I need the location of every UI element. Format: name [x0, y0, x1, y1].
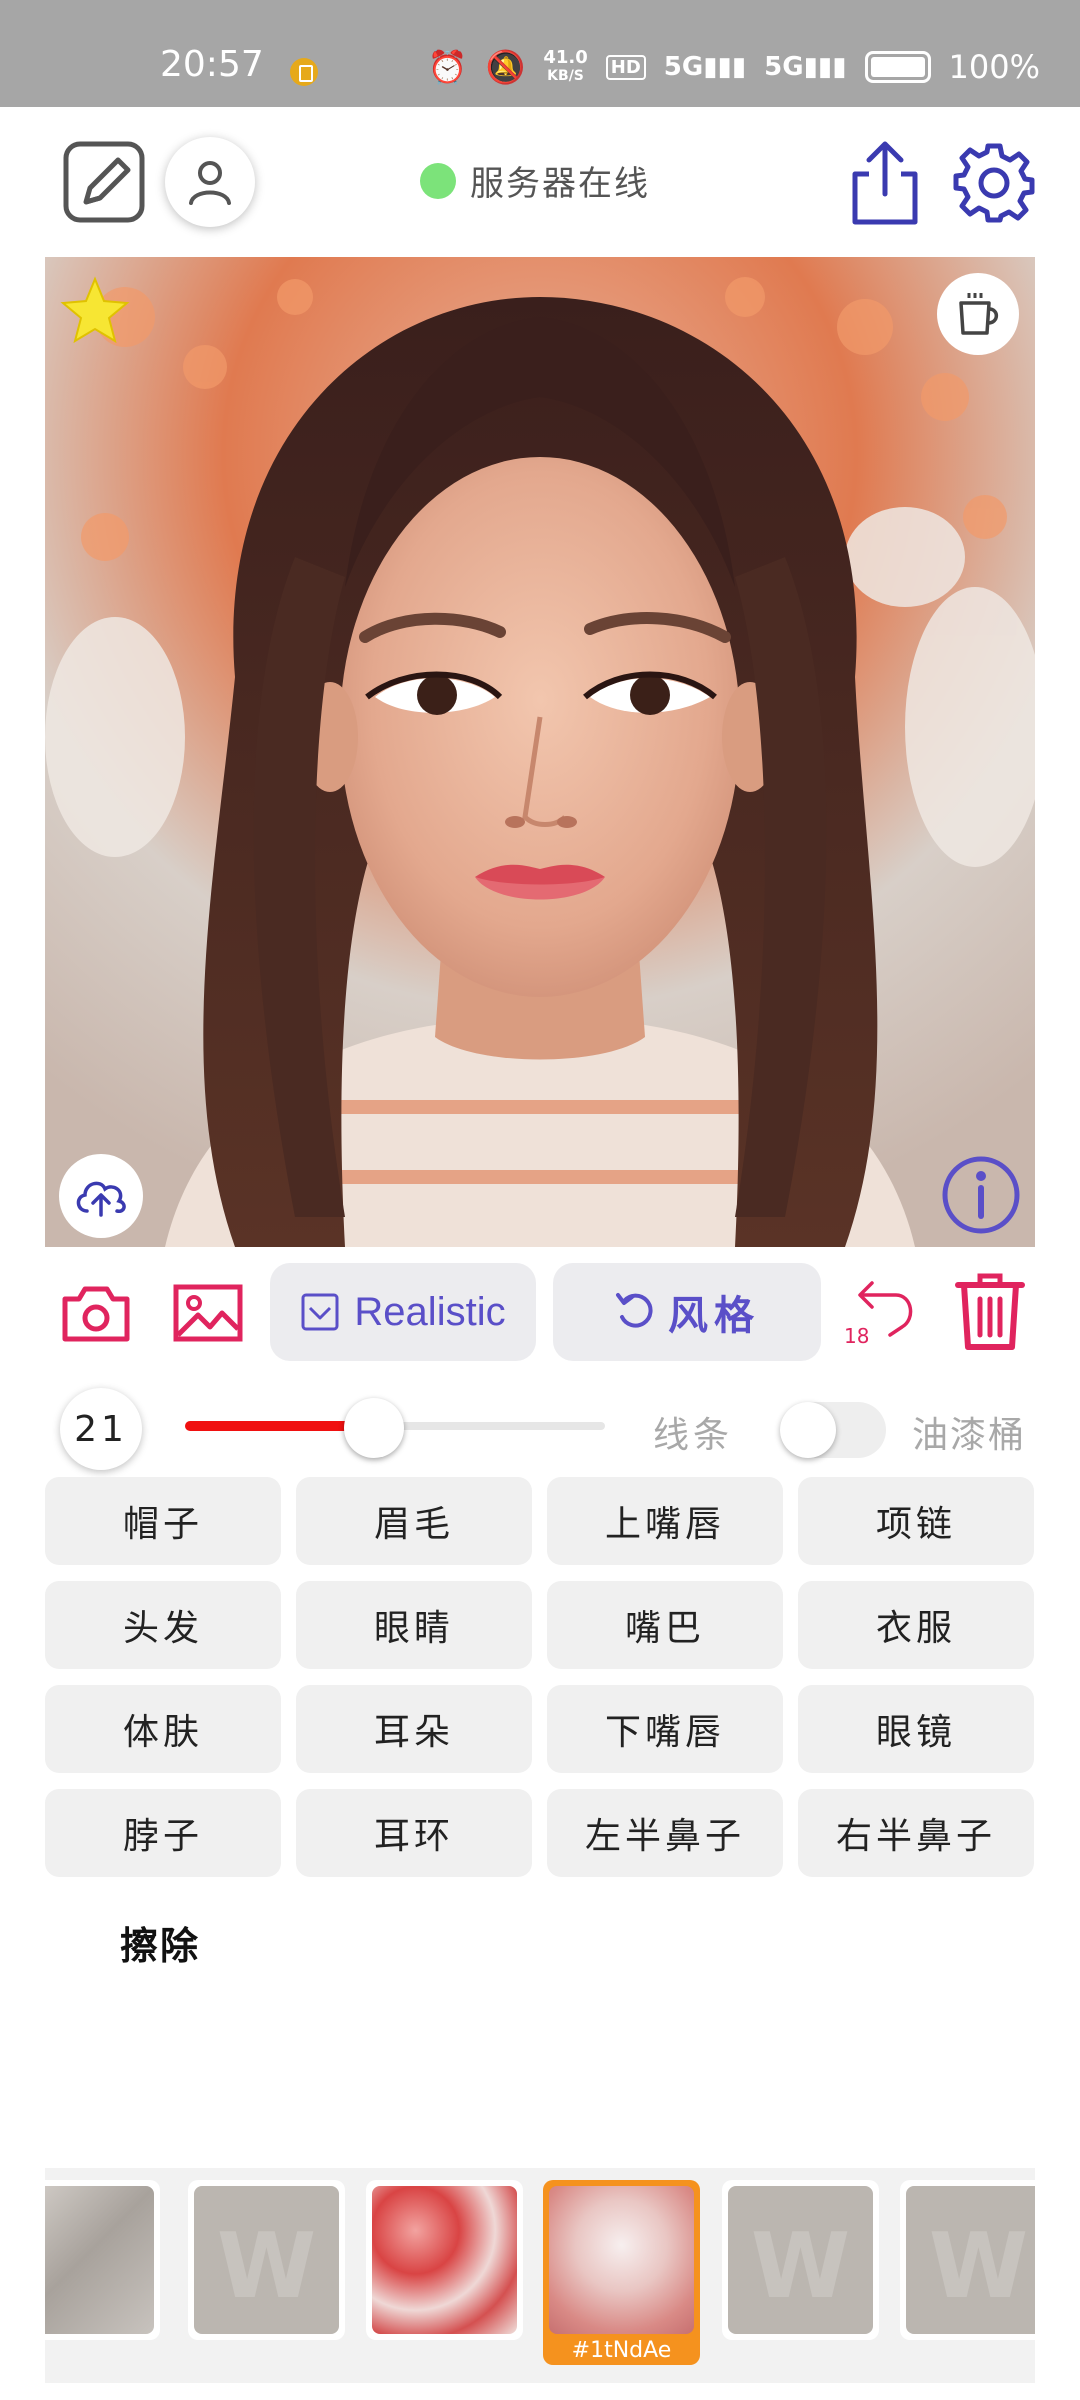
line-mode-label: 线条 [653, 1415, 734, 1456]
brush-size-value: 21 [60, 1388, 142, 1470]
camera-button[interactable] [58, 1278, 134, 1348]
info-icon [942, 1156, 1020, 1234]
watermark-icon: W [750, 2214, 851, 2319]
user-icon [189, 161, 231, 205]
battery-icon [864, 51, 931, 83]
camera-icon [62, 1286, 130, 1342]
undo-count: 18 [844, 1324, 870, 1348]
cloud-upload-icon [76, 1181, 126, 1217]
status-bar: 20:57 ⏰ 🔕 41.0 KB/S HD 5G▮▮▮ 5G▮▮▮ 100% [0, 0, 1080, 107]
battery-level: 100% [948, 48, 1040, 86]
mode-button[interactable]: Realistic [270, 1263, 536, 1361]
notification-icon [290, 58, 318, 86]
star-icon [60, 276, 130, 344]
style-thumbnail[interactable]: W [900, 2180, 1035, 2340]
part-button-right-nose[interactable]: 右半鼻子 [798, 1789, 1034, 1877]
refresh-icon [616, 1293, 653, 1328]
selected-style-label: #1tNdAe [571, 2338, 672, 2363]
hd-icon: HD [605, 54, 646, 80]
coffee-icon [959, 293, 999, 335]
gear-icon [953, 143, 1035, 223]
style-thumbnail[interactable] [366, 2180, 523, 2340]
erase-button[interactable]: 擦除 [120, 1915, 200, 1970]
share-button[interactable] [845, 138, 925, 228]
favorite-button[interactable] [59, 275, 131, 347]
portrait-canvas[interactable] [45, 257, 1035, 1247]
info-button[interactable] [940, 1154, 1022, 1236]
portrait-image [45, 257, 1035, 1247]
style-thumbnail[interactable] [45, 2180, 160, 2340]
part-button-skin[interactable]: 体肤 [45, 1685, 281, 1773]
brush-controls: 21 线条 油漆桶 [45, 1378, 1035, 1478]
clock: 20:57 [160, 44, 264, 85]
watermark-icon: W [928, 2214, 1029, 2319]
style-thumbnail-selected[interactable]: #1tNdAe [543, 2180, 700, 2365]
network-speed: 41.0 KB/S [543, 47, 588, 85]
mode-label: Realistic [354, 1289, 506, 1334]
server-status-dot [420, 162, 456, 199]
face-part-grid: 帽子 眉毛 上嘴唇 项链 头发 眼睛 嘴巴 衣服 体肤 耳朵 下嘴唇 眼镜 脖子… [45, 1477, 1035, 1877]
part-button-neck[interactable]: 脖子 [45, 1789, 281, 1877]
watermark-icon: W [216, 2214, 317, 2319]
part-button-necklace[interactable]: 项链 [798, 1477, 1034, 1565]
profile-button[interactable] [165, 137, 255, 227]
trash-icon [955, 1273, 1025, 1350]
part-button-eyebrow[interactable]: 眉毛 [296, 1477, 532, 1565]
style-thumbnail-strip[interactable]: W #1tNdAe W W [45, 2168, 1035, 2383]
part-button-upper-lip[interactable]: 上嘴唇 [547, 1477, 783, 1565]
bucket-toggle-knob [780, 1402, 836, 1458]
part-button-earrings[interactable]: 耳环 [296, 1789, 532, 1877]
mode-icon [301, 1293, 339, 1331]
share-icon [852, 141, 918, 225]
brush-size-thumb[interactable] [344, 1398, 404, 1458]
settings-button[interactable] [952, 140, 1036, 224]
part-button-mouth[interactable]: 嘴巴 [547, 1581, 783, 1669]
signal-icon-2: 5G▮▮▮ [764, 52, 847, 82]
undo-button[interactable]: 18 [840, 1270, 920, 1350]
style-label: 风格 [668, 1292, 760, 1339]
donate-button[interactable] [937, 273, 1019, 355]
status-icons: ⏰ 🔕 41.0 KB/S HD 5G▮▮▮ 5G▮▮▮ 100% [428, 48, 1040, 86]
style-button[interactable]: 风格 [553, 1263, 821, 1361]
mute-icon: 🔕 [485, 48, 526, 86]
part-button-ears[interactable]: 耳朵 [296, 1685, 532, 1773]
gallery-button[interactable] [170, 1278, 246, 1348]
server-status-label: 服务器在线 [470, 164, 650, 204]
edit-icon [63, 141, 145, 223]
delete-button[interactable] [950, 1270, 1030, 1352]
part-button-eyes[interactable]: 眼睛 [296, 1581, 532, 1669]
edit-button[interactable] [62, 140, 146, 224]
part-button-clothes[interactable]: 衣服 [798, 1581, 1034, 1669]
signal-icon-1: 5G▮▮▮ [663, 52, 747, 82]
style-thumbnail[interactable]: W [188, 2180, 345, 2340]
part-button-hair[interactable]: 头发 [45, 1581, 281, 1669]
part-button-lower-lip[interactable]: 下嘴唇 [547, 1685, 783, 1773]
part-button-glasses[interactable]: 眼镜 [798, 1685, 1034, 1773]
bucket-mode-label: 油漆桶 [912, 1415, 1027, 1456]
server-status: 服务器在线 [420, 156, 650, 205]
alarm-icon: ⏰ [427, 48, 468, 86]
upload-button[interactable] [59, 1154, 143, 1238]
image-icon [173, 1284, 243, 1342]
part-button-hat[interactable]: 帽子 [45, 1477, 281, 1565]
part-button-left-nose[interactable]: 左半鼻子 [547, 1789, 783, 1877]
style-thumbnail[interactable]: W [722, 2180, 879, 2340]
bucket-toggle[interactable] [780, 1402, 886, 1458]
